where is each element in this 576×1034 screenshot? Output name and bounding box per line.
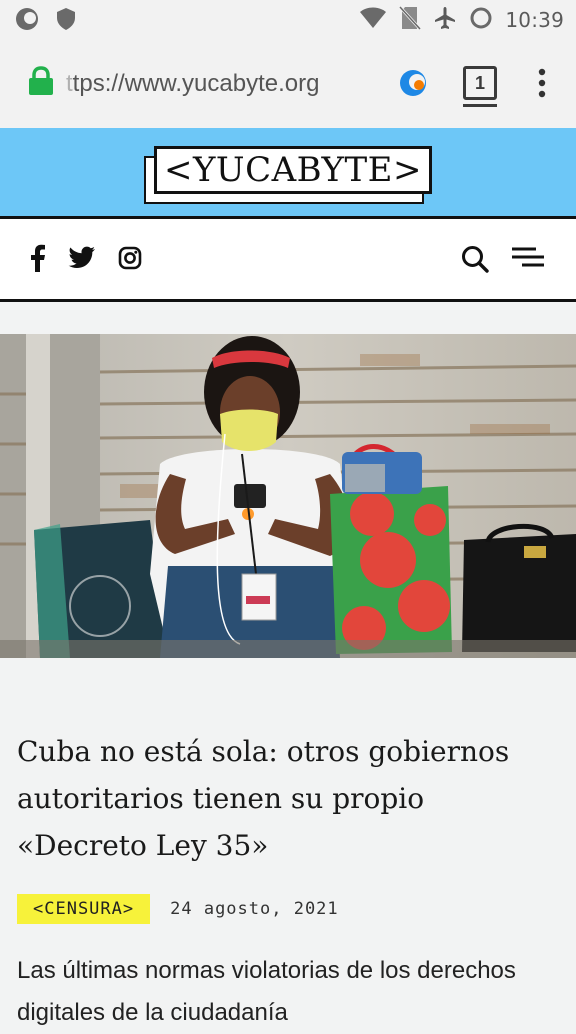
browser-toolbar: ttps://www.yucabyte.org 1 — [0, 40, 576, 128]
firefox-focus-icon — [14, 6, 40, 36]
status-bar: 10:39 — [0, 0, 576, 40]
hamburger-menu-icon[interactable] — [510, 246, 546, 272]
url-scrolled-text: t — [66, 70, 73, 97]
twitter-icon[interactable] — [68, 246, 96, 274]
airplane-mode-icon — [433, 6, 457, 34]
instagram-icon[interactable] — [118, 246, 142, 274]
article-excerpt: Las últimas normas violatorias de los de… — [17, 957, 516, 1026]
browser-logo-icon[interactable] — [398, 68, 428, 102]
category-tag[interactable]: <CENSURA> — [17, 894, 151, 924]
article-hero-image[interactable] — [0, 334, 576, 658]
publish-date: 24 agosto, 2021 — [170, 899, 339, 919]
lock-icon[interactable] — [28, 66, 54, 100]
facebook-icon[interactable] — [30, 244, 46, 276]
url-field[interactable]: ttps://www.yucabyte.org — [66, 70, 319, 98]
no-sim-icon — [399, 5, 422, 35]
site-logo[interactable]: <YUCABYTE> — [144, 144, 436, 204]
overflow-menu-icon[interactable] — [536, 68, 548, 102]
loading-ring-icon — [469, 6, 493, 34]
url-text: tps://www.yucabyte.org — [72, 70, 320, 97]
tabs-button[interactable]: 1 — [463, 66, 497, 107]
logo-text: <YUCABYTE> — [154, 146, 432, 194]
shield-icon — [56, 7, 76, 35]
site-header: <YUCABYTE> — [0, 128, 576, 216]
wifi-icon — [359, 7, 387, 33]
search-icon[interactable] — [461, 245, 489, 277]
article-title[interactable]: Cuba no está sola: otros gobiernos autor… — [17, 728, 562, 869]
clock: 10:39 — [505, 8, 564, 32]
article-meta: <CENSURA> 24 agosto, 2021 — [17, 894, 339, 924]
social-nav-bar — [0, 216, 576, 302]
